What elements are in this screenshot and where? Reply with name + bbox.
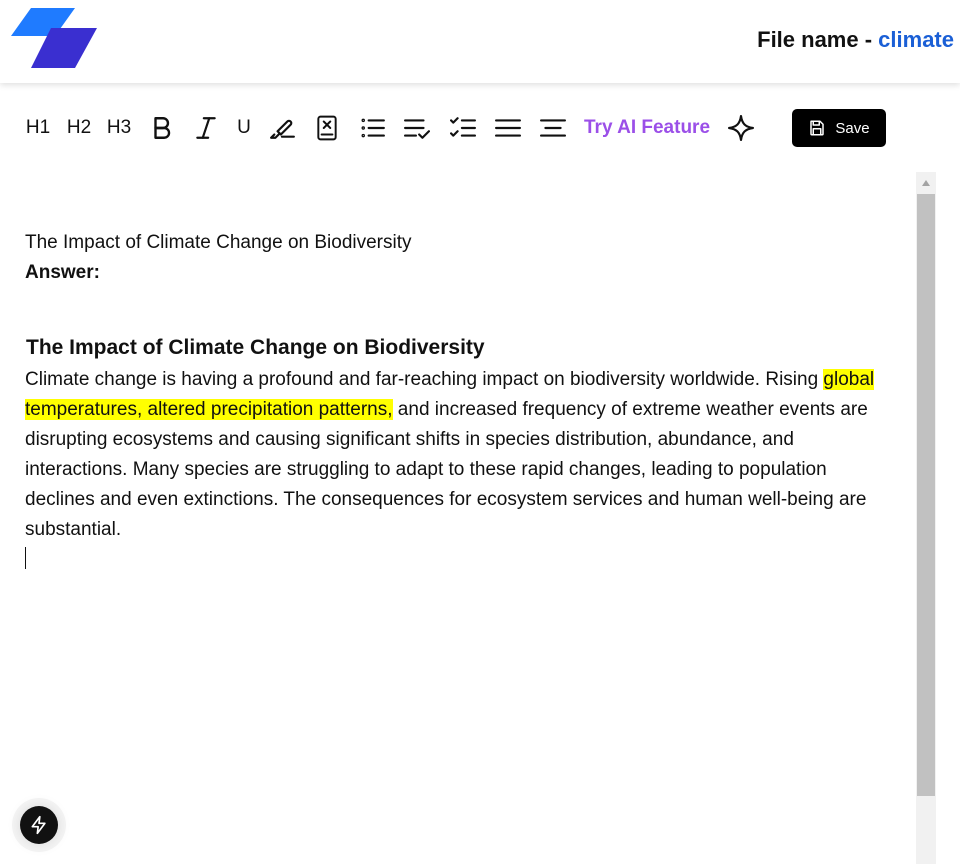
clear-format-icon: [317, 115, 337, 141]
scroll-up-arrow-icon[interactable]: [916, 172, 936, 194]
ai-sparkle-button[interactable]: [726, 114, 756, 142]
bold-button[interactable]: [149, 114, 175, 142]
align-justify-button[interactable]: [494, 114, 522, 142]
bold-icon: [154, 117, 171, 139]
bullet-list-button[interactable]: [359, 114, 387, 142]
heading-1-button[interactable]: H1: [25, 114, 51, 142]
text-cursor: [25, 547, 26, 569]
ordered-check-list-icon: [404, 119, 430, 139]
section-heading: The Impact of Climate Change on Biodiver…: [26, 336, 485, 359]
sparkle-icon: [728, 115, 754, 141]
file-name-label: File name -: [757, 27, 879, 52]
highlight-button[interactable]: [269, 114, 297, 142]
align-center-icon: [540, 119, 566, 137]
italic-icon: [196, 117, 216, 139]
heading-3-button[interactable]: H3: [106, 114, 132, 142]
check-list-icon: [450, 117, 476, 137]
answer-label: Answer:: [25, 262, 100, 283]
clear-format-button[interactable]: [313, 114, 341, 142]
question-text: The Impact of Climate Change on Biodiver…: [25, 232, 412, 253]
scrollbar-thumb[interactable]: [917, 194, 935, 796]
file-title: File name - climate: [757, 27, 954, 53]
align-center-button[interactable]: [539, 114, 567, 142]
underline-button[interactable]: U: [233, 114, 255, 142]
bullet-list-icon: [361, 118, 385, 138]
check-list-button[interactable]: [449, 114, 477, 142]
paragraph-intro: Climate change is having a profound and …: [25, 369, 824, 390]
app-logo[interactable]: [11, 8, 97, 70]
ordered-check-list-button[interactable]: [403, 114, 431, 142]
lightning-icon: [31, 815, 46, 835]
save-button[interactable]: Save: [792, 109, 886, 147]
editor-toolbar: H1 H2 H3 U Try AI Feature Save: [0, 100, 960, 156]
align-justify-icon: [495, 119, 521, 137]
save-icon: [810, 120, 825, 136]
file-name-value[interactable]: climate: [878, 27, 954, 52]
document-editor[interactable]: The Impact of Climate Change on Biodiver…: [0, 172, 916, 864]
quick-action-button[interactable]: [20, 806, 58, 844]
try-ai-feature-link[interactable]: Try AI Feature: [584, 117, 710, 139]
save-label: Save: [835, 119, 870, 137]
italic-button[interactable]: [193, 114, 219, 142]
highlighter-icon: [270, 119, 295, 139]
app-header: File name - climate: [0, 0, 960, 83]
heading-2-button[interactable]: H2: [66, 114, 92, 142]
answer-paragraph: Climate change is having a profound and …: [25, 365, 895, 545]
editor-scrollbar[interactable]: [916, 172, 936, 864]
paragraph-rest: and increased frequency of extreme weath…: [25, 399, 868, 540]
